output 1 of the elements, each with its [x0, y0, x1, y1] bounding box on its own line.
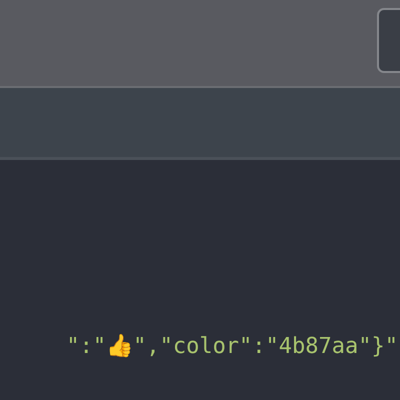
code-line: ":"👍","color":"4b87aa"}": [66, 336, 398, 358]
